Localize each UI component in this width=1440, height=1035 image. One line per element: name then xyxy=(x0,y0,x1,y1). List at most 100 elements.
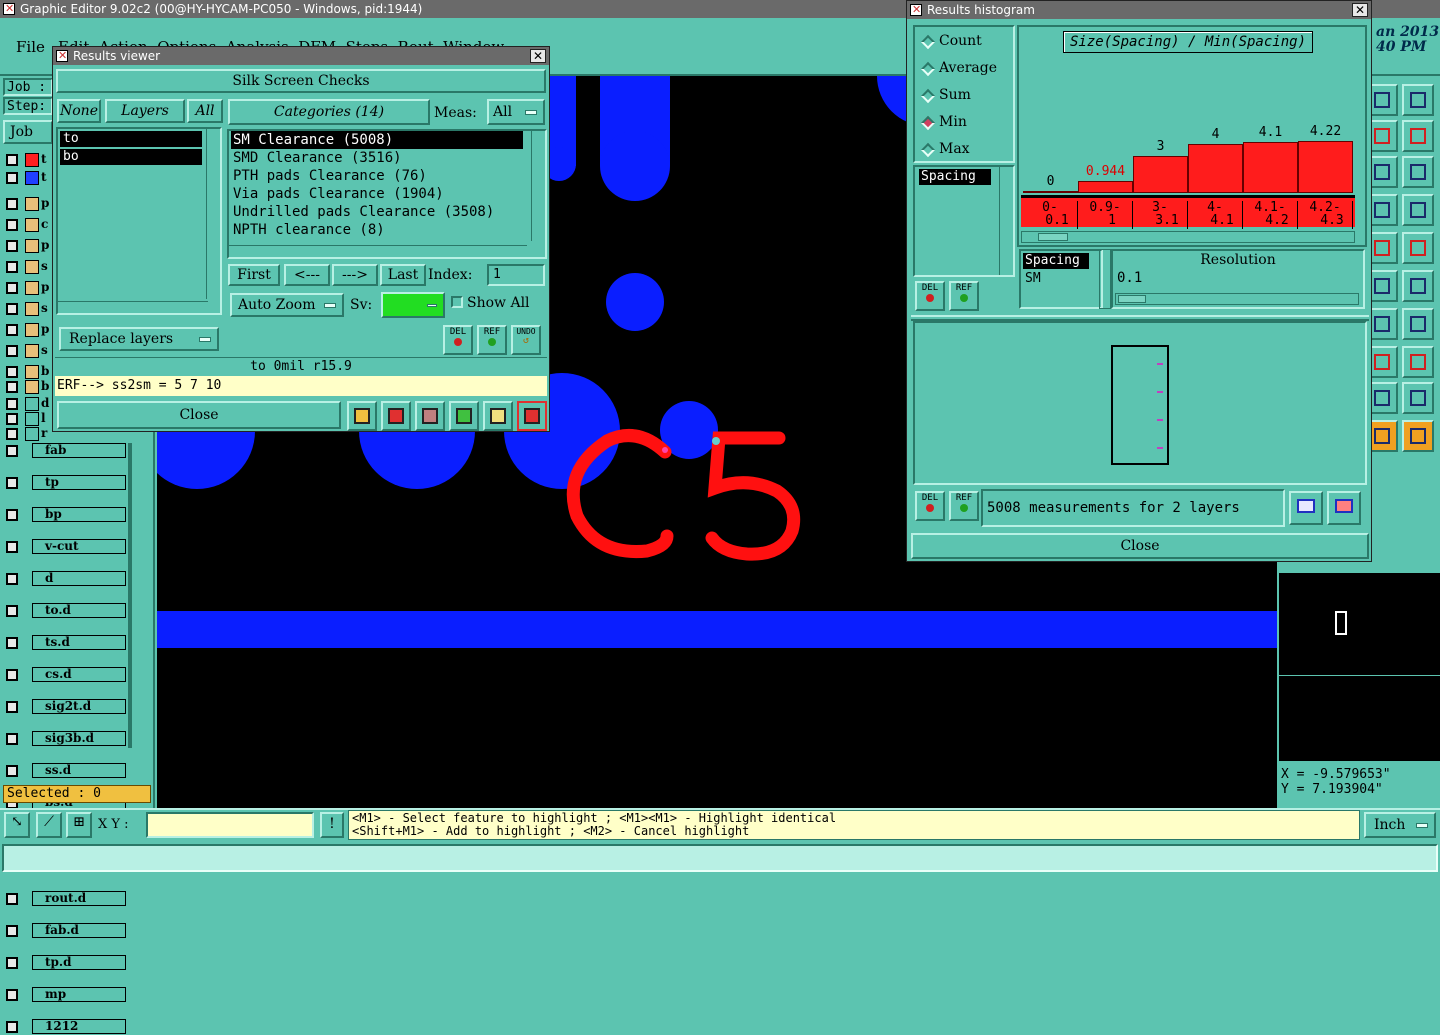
category-item[interactable]: Undrilled pads Clearance (3508) xyxy=(231,203,523,221)
job-field[interactable]: Job : xyxy=(3,78,53,96)
layer-checkbox[interactable] xyxy=(6,989,18,1001)
layer-row[interactable]: sig3b.d xyxy=(3,731,127,747)
histogram-bar[interactable] xyxy=(1243,142,1298,193)
rv-next-button[interactable]: ---> xyxy=(332,264,378,286)
layer-row[interactable]: fab xyxy=(3,443,127,459)
rv-tool-erf-button[interactable] xyxy=(415,401,445,431)
layer-checkbox[interactable] xyxy=(6,637,18,649)
toolbar-fit-button[interactable] xyxy=(1402,308,1434,340)
hist-hscroll[interactable] xyxy=(1021,231,1355,243)
layer-checkbox[interactable] xyxy=(6,198,18,210)
category-item[interactable]: NPTH clearance (8) xyxy=(231,221,523,239)
rv-index-input[interactable]: 1 xyxy=(487,264,545,286)
layer-row[interactable]: p xyxy=(3,322,55,338)
layer-label[interactable]: ts.d xyxy=(32,635,126,650)
layer-row[interactable]: v-cut xyxy=(3,539,127,555)
resolution-item[interactable]: Spacing xyxy=(1023,253,1089,269)
layer-row[interactable]: b xyxy=(3,364,55,380)
rv-first-button[interactable]: First xyxy=(228,264,280,286)
layer-row[interactable]: t xyxy=(3,170,55,186)
layer-list-scroll[interactable] xyxy=(128,443,132,748)
layer-label[interactable]: rout.d xyxy=(32,891,126,906)
rv-none-button[interactable]: None xyxy=(57,99,101,123)
rv-tool-color-button[interactable] xyxy=(347,401,377,431)
layer-checkbox[interactable] xyxy=(6,893,18,905)
histogram-bin[interactable]: 3- 3.1 xyxy=(1133,201,1188,229)
rv-tool-highlight-button[interactable] xyxy=(381,401,411,431)
category-item[interactable]: Via pads Clearance (1904) xyxy=(231,185,523,203)
layer-label[interactable]: 1212 xyxy=(32,1019,126,1034)
layer-row[interactable]: d xyxy=(3,571,127,587)
layer-checkbox[interactable] xyxy=(6,413,18,425)
hist-close-button[interactable]: Close xyxy=(911,533,1369,559)
layer-label[interactable]: bp xyxy=(32,507,126,522)
layer-checkbox[interactable] xyxy=(6,541,18,553)
layer-checkbox[interactable] xyxy=(6,605,18,617)
layer-row[interactable]: 1212 xyxy=(3,1019,127,1035)
rv-layer-hscroll[interactable] xyxy=(58,301,208,313)
layer-label[interactable]: sig2t.d xyxy=(32,699,126,714)
rv-tool-histogram-button[interactable] xyxy=(517,401,547,431)
mode-radio-min[interactable]: Min xyxy=(915,114,1011,132)
rv-close-icon[interactable]: ✕ xyxy=(530,49,546,63)
layer-checkbox[interactable] xyxy=(6,172,18,184)
layer-checkbox[interactable] xyxy=(6,240,18,252)
histogram-bin[interactable]: 0- 0.1 xyxy=(1023,201,1078,229)
hist-measure-scroll[interactable] xyxy=(999,167,1011,275)
category-item[interactable]: SM Clearance (5008) xyxy=(231,131,523,149)
layer-row[interactable]: s xyxy=(3,343,55,359)
histogram-bin[interactable]: 4- 4.1 xyxy=(1188,201,1243,229)
layer-label[interactable]: sig3b.d xyxy=(32,731,126,746)
layer-checkbox[interactable] xyxy=(6,509,18,521)
hist-measure-item[interactable]: Spacing xyxy=(919,169,991,185)
category-hscroll[interactable] xyxy=(229,245,527,257)
rv-all-button[interactable]: All xyxy=(187,99,223,123)
layer-row[interactable]: rout.d xyxy=(3,891,127,907)
toolbar-triangle-button[interactable] xyxy=(1402,382,1434,414)
layer-checkbox[interactable] xyxy=(6,733,18,745)
layer-label[interactable]: fab.d xyxy=(32,923,126,938)
toolbar-shapes-button[interactable] xyxy=(1402,346,1434,378)
layer-checkbox[interactable] xyxy=(6,701,18,713)
mode-radio-count[interactable]: Count xyxy=(915,33,1011,51)
job-button[interactable]: Job xyxy=(3,120,53,144)
layer-row[interactable]: d xyxy=(3,396,55,412)
resolution-item[interactable]: SM xyxy=(1023,271,1089,287)
info-button[interactable]: ! xyxy=(320,812,344,838)
rv-tool-report-button[interactable] xyxy=(483,401,513,431)
auto-zoom-dropdown[interactable]: Auto Zoom xyxy=(230,293,344,317)
layer-row[interactable]: r xyxy=(3,426,55,442)
layer-checkbox[interactable] xyxy=(6,219,18,231)
mode-radio-sum[interactable]: Sum xyxy=(915,87,1011,105)
rv-prev-button[interactable]: <--- xyxy=(284,264,330,286)
rv-ref-button[interactable]: REF xyxy=(477,325,507,355)
menu-file[interactable]: File xyxy=(16,38,45,56)
rv-tool-compare-button[interactable] xyxy=(449,401,479,431)
layer-row[interactable]: p xyxy=(3,196,55,212)
replace-layers-dropdown[interactable]: Replace layers xyxy=(59,327,219,351)
toolbar-panel-button[interactable] xyxy=(1402,84,1434,116)
layer-row[interactable]: to.d xyxy=(3,603,127,619)
layer-checkbox[interactable] xyxy=(6,477,18,489)
command-line[interactable] xyxy=(2,844,1438,872)
rv-category-list[interactable]: SM Clearance (5008) SMD Clearance (3516) P… xyxy=(227,129,547,259)
category-item[interactable]: SMD Clearance (3516) xyxy=(231,149,523,167)
layer-label[interactable]: ss.d xyxy=(32,763,126,778)
rv-close-button[interactable]: Close xyxy=(57,401,341,429)
xy-input[interactable] xyxy=(146,812,314,838)
hist-zoom-button[interactable] xyxy=(1327,491,1361,525)
toolbar-target-button[interactable] xyxy=(1402,232,1434,264)
show-all-checkbox[interactable] xyxy=(451,296,463,308)
layer-checkbox[interactable] xyxy=(6,366,18,378)
layer-row[interactable]: p xyxy=(3,238,55,254)
snap-tool-button[interactable]: ⤡ xyxy=(4,812,30,838)
layer-checkbox[interactable] xyxy=(6,324,18,336)
hist-del-button-top[interactable]: DEL xyxy=(915,281,945,311)
hist-close-icon[interactable]: ✕ xyxy=(1352,3,1368,17)
layer-label[interactable]: cs.d xyxy=(32,667,126,682)
layer-row[interactable]: p xyxy=(3,280,55,296)
layer-row[interactable]: ts.d xyxy=(3,635,127,651)
layer-checkbox[interactable] xyxy=(6,398,18,410)
measure-tool-button[interactable]: ⟋ xyxy=(36,812,62,838)
histogram-bar[interactable] xyxy=(1023,191,1078,193)
